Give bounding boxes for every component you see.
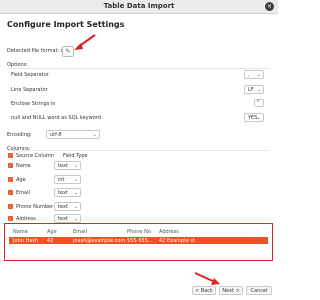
field-type-header: Field Type (63, 153, 88, 159)
column-type-select[interactable]: text ⌄ (54, 161, 81, 170)
enclose-strings-label: Enclose Strings in (11, 101, 56, 107)
chevron-down-icon: ⌄ (73, 177, 78, 183)
preview-header: Email (73, 229, 87, 235)
back-button[interactable]: < Back (192, 286, 216, 295)
title-bar: Table Data Import × (0, 0, 278, 14)
column-checkbox-name[interactable]: ✓ (8, 163, 13, 168)
next-button[interactable]: Next > (219, 286, 243, 295)
preview-header: Age (47, 229, 57, 235)
chevron-down-icon: ⌄ (256, 87, 261, 93)
chevron-down-icon: ⌄ (73, 163, 78, 169)
column-checkbox-phone[interactable]: ✓ (8, 204, 13, 209)
column-type-select[interactable]: text ⌄ (54, 214, 81, 223)
page-heading: Configure Import Settings (7, 20, 125, 29)
preview-header: Name (13, 229, 28, 235)
cancel-button[interactable]: Cancel (246, 286, 272, 295)
table-row[interactable]: John Hash 42 jnash@example.com 555-555..… (9, 237, 268, 244)
close-icon[interactable]: × (265, 2, 274, 11)
preview-cell: 42 Example st. (159, 238, 197, 244)
import-dialog: Table Data Import × Configure Import Set… (0, 0, 278, 300)
preview-cell: John Hash (13, 238, 39, 244)
chevron-down-icon: ⌄ (73, 190, 78, 196)
line-separator-select[interactable]: LF ⌄ (244, 85, 264, 94)
column-name: Phone Number (16, 204, 54, 210)
chevron-down-icon: ⌄ (92, 132, 97, 138)
field-separator-label: Field Separator (11, 72, 49, 78)
annotation-arrow-icon (74, 34, 96, 50)
preview-grid: Name Age Email Phone No Address John Has… (9, 227, 268, 257)
column-type-value: int (58, 177, 65, 183)
options-divider (7, 68, 269, 69)
preview-cell: 555-555... (127, 238, 153, 244)
column-name: Name (16, 163, 31, 169)
column-checkbox-age[interactable]: ✓ (8, 177, 13, 182)
chevron-down-icon: ⌄ (256, 115, 261, 121)
chevron-down-icon: ⌄ (73, 216, 78, 222)
detected-format-label: Detected file format: csv (7, 48, 69, 54)
columns-divider (7, 150, 269, 151)
field-separator-select[interactable]: , ⌄ (244, 70, 264, 79)
preview-cell: 42 (47, 238, 54, 244)
column-type-select[interactable]: text ⌄ (54, 202, 81, 211)
column-checkbox-address[interactable]: ✓ (8, 216, 13, 221)
column-type-value: text (58, 163, 68, 169)
line-separator-label: Line Separator (11, 87, 48, 93)
select-all-checkbox[interactable]: ✓ (8, 153, 13, 158)
columns-title: Columns: (7, 146, 31, 152)
column-name: Email (16, 190, 30, 196)
column-type-select[interactable]: int ⌄ (54, 175, 81, 184)
preview-highlight: Name Age Email Phone No Address John Has… (4, 223, 273, 261)
preview-cell: jnash@example.com (73, 238, 126, 244)
pencil-icon: ✎ (65, 48, 71, 55)
window-title: Table Data Import (103, 2, 175, 10)
line-separator-value: LF (248, 87, 254, 93)
null-keyword-select[interactable]: YES ⌄ (244, 113, 264, 122)
preview-header: Phone No (127, 229, 151, 235)
chevron-down-icon: ⌄ (73, 204, 78, 210)
null-keyword-label: null and NULL word as SQL keyword (11, 115, 101, 121)
encoding-select[interactable]: utf-8 ⌄ (46, 130, 100, 139)
source-column-header: Source Column (16, 153, 54, 159)
column-type-value: text (58, 216, 68, 222)
encoding-label: Encoding: (7, 132, 32, 138)
chevron-down-icon: ⌄ (256, 72, 261, 78)
field-separator-value: , (248, 72, 250, 78)
encoding-value: utf-8 (50, 132, 62, 138)
preview-header: Address (159, 229, 179, 235)
column-name: Age (16, 177, 26, 183)
enclose-strings-input[interactable]: " (254, 99, 264, 107)
column-name: Address (16, 216, 36, 222)
column-type-value: text (58, 190, 68, 196)
column-checkbox-email[interactable]: ✓ (8, 190, 13, 195)
column-type-select[interactable]: text ⌄ (54, 188, 81, 197)
column-type-value: text (58, 204, 68, 210)
